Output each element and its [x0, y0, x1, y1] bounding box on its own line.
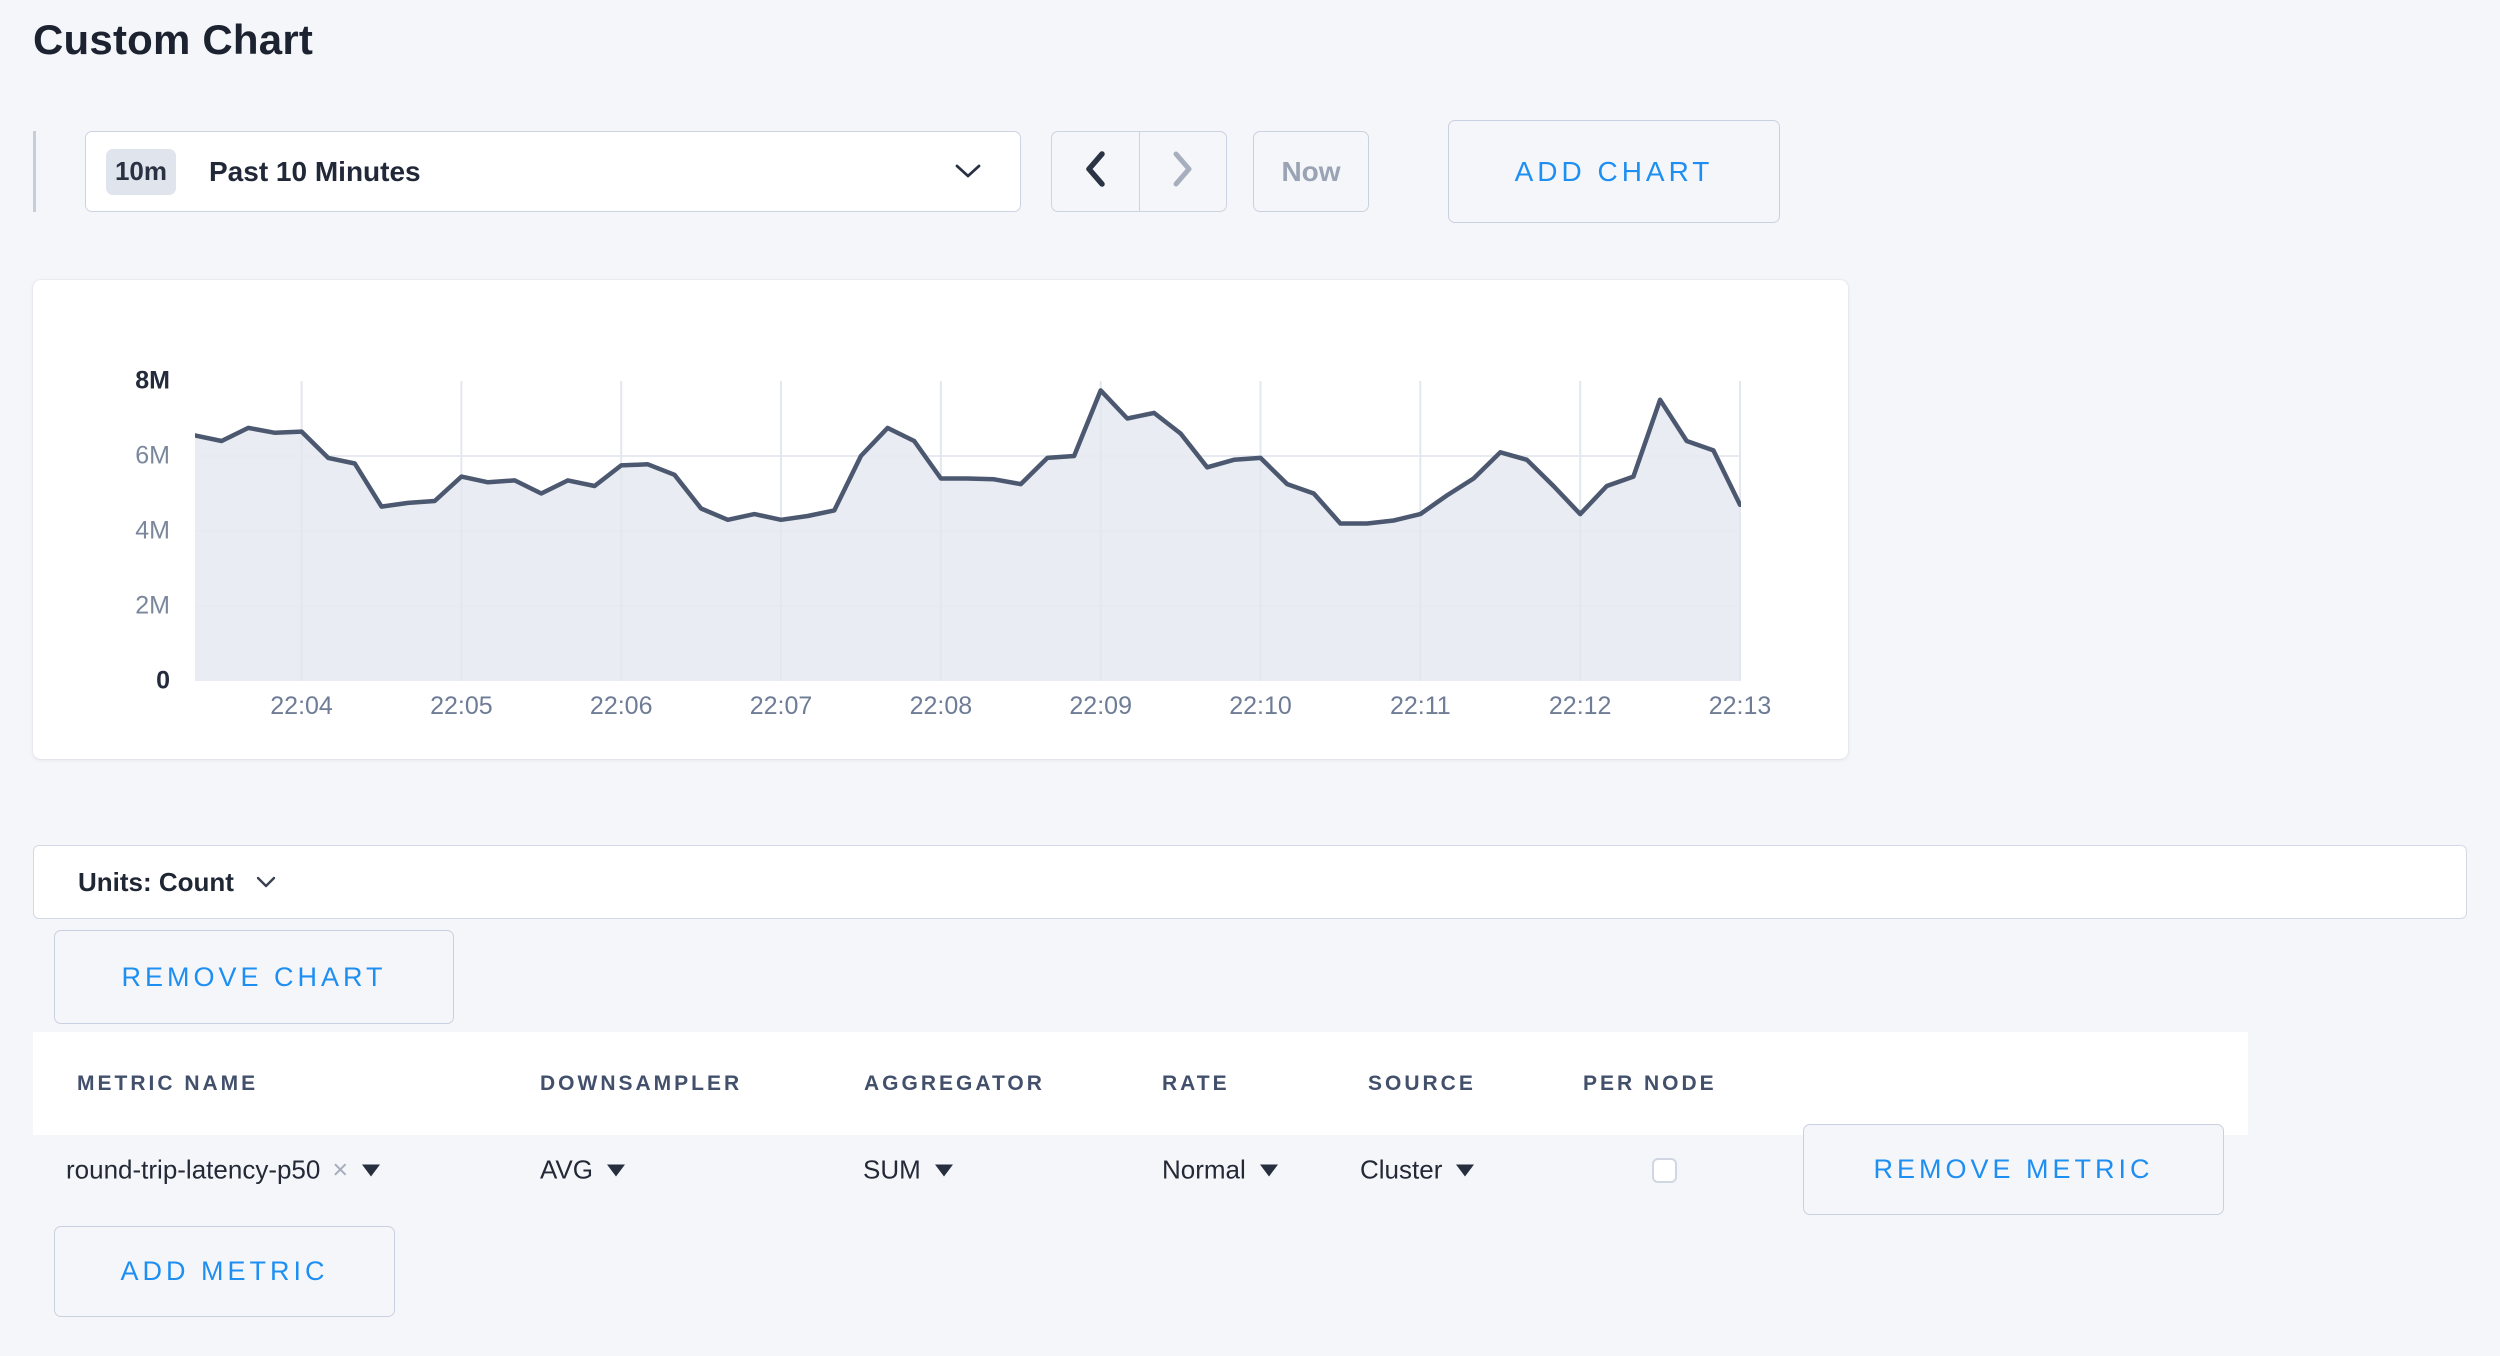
source-value: Cluster	[1360, 1155, 1442, 1186]
x-axis-tick-label: 22:07	[750, 692, 813, 721]
chevron-right-icon	[1170, 148, 1196, 195]
remove-chart-button[interactable]: REMOVE CHART	[54, 930, 454, 1024]
x-axis-tick-label: 22:08	[910, 692, 973, 721]
page-title: Custom Chart	[33, 16, 313, 64]
rate-select[interactable]: Normal	[1162, 1155, 1278, 1186]
x-axis-tick-label: 22:09	[1069, 692, 1132, 721]
col-header-per-node: PER NODE	[1583, 1072, 1717, 1096]
chevron-down-icon	[256, 876, 276, 889]
y-axis-tick-label: 6M	[135, 442, 170, 471]
caret-down-icon	[935, 1164, 953, 1176]
col-header-aggregator: AGGREGATOR	[864, 1072, 1045, 1096]
next-time-button[interactable]	[1140, 132, 1227, 211]
chart-plot	[195, 381, 1741, 681]
time-window-badge: 10m	[106, 149, 176, 195]
source-select[interactable]: Cluster	[1360, 1155, 1474, 1186]
units-label: Units: Count	[78, 867, 234, 898]
aggregator-select[interactable]: SUM	[863, 1155, 953, 1186]
now-button[interactable]: Now	[1253, 131, 1369, 212]
downsampler-value: AVG	[540, 1155, 593, 1186]
chevron-down-icon	[954, 163, 982, 180]
metric-name-select[interactable]: round-trip-latency-p50 ×	[66, 1155, 380, 1186]
caret-down-icon	[1260, 1164, 1278, 1176]
prev-time-button[interactable]	[1052, 132, 1140, 211]
metric-name-value: round-trip-latency-p50	[66, 1155, 320, 1186]
time-pager	[1051, 131, 1227, 212]
x-axis-tick-label: 22:11	[1390, 692, 1451, 721]
per-node-checkbox[interactable]	[1652, 1158, 1677, 1183]
time-window-select[interactable]: 10m Past 10 Minutes	[85, 131, 1021, 212]
caret-down-icon	[1456, 1164, 1474, 1176]
remove-metric-button[interactable]: REMOVE METRIC	[1803, 1124, 2224, 1215]
area-chart-svg	[195, 381, 1741, 681]
custom-chart-page: Custom Chart 10m Past 10 Minutes Now ADD…	[0, 0, 2500, 1356]
add-chart-button[interactable]: ADD CHART	[1448, 120, 1780, 223]
caret-down-icon	[607, 1164, 625, 1176]
y-axis-tick-label: 8M	[135, 367, 170, 396]
aggregator-value: SUM	[863, 1155, 921, 1186]
units-select[interactable]: Units: Count	[33, 845, 2467, 919]
add-metric-button[interactable]: ADD METRIC	[54, 1226, 395, 1317]
caret-down-icon	[362, 1164, 380, 1176]
x-axis-tick-label: 22:05	[430, 692, 493, 721]
time-window-label: Past 10 Minutes	[209, 156, 421, 188]
y-axis-tick-label: 0	[156, 667, 170, 696]
metrics-table-header: METRIC NAME DOWNSAMPLER AGGREGATOR RATE …	[33, 1032, 2248, 1135]
col-header-rate: RATE	[1162, 1072, 1230, 1096]
x-axis-tick-label: 22:04	[270, 692, 333, 721]
col-header-downsampler: DOWNSAMPLER	[540, 1072, 742, 1096]
x-axis-tick-label: 22:06	[590, 692, 653, 721]
x-axis-tick-label: 22:13	[1709, 692, 1772, 721]
rate-value: Normal	[1162, 1155, 1246, 1186]
toolbar-left-divider	[33, 131, 36, 212]
chart-y-axis: 8M 6M 4M 2M 0	[33, 280, 170, 759]
chevron-left-icon	[1082, 148, 1108, 195]
downsampler-select[interactable]: AVG	[540, 1155, 625, 1186]
x-axis-tick-label: 22:12	[1549, 692, 1612, 721]
y-axis-tick-label: 4M	[135, 517, 170, 546]
chart-x-axis: 22:04 22:05 22:06 22:07 22:08 22:09 22:10 22:11…	[195, 692, 1741, 726]
chart-card: 8M 6M 4M 2M 0 22:04 22:05 22:06 22:07 22:08 22:09…	[33, 280, 1848, 759]
col-header-source: SOURCE	[1368, 1072, 1476, 1096]
close-icon[interactable]: ×	[332, 1155, 348, 1186]
x-axis-tick-label: 22:10	[1229, 692, 1292, 721]
col-header-metric-name: METRIC NAME	[77, 1072, 258, 1096]
y-axis-tick-label: 2M	[135, 592, 170, 621]
